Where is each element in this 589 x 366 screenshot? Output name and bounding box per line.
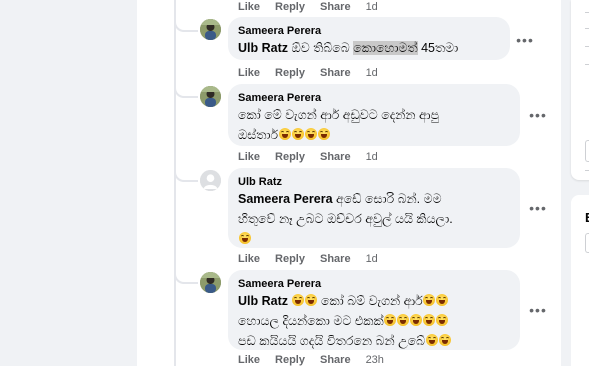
right-sidebar-card	[571, 0, 589, 180]
laughing-emoji-icon	[438, 334, 451, 346]
laughing-emoji-icon	[384, 314, 397, 326]
comment-bubble: Sameera Perera Ulb Ratz ඕව තිබ්බෙ කොහොමත…	[228, 17, 510, 60]
sidebar-heading: E	[585, 210, 589, 225]
right-sidebar-card: E	[571, 195, 589, 366]
share-button[interactable]: Share	[320, 0, 351, 14]
laughing-emoji-icon	[304, 294, 317, 306]
comment-text-part: ඔස්තාර්	[238, 128, 279, 142]
laughing-emoji-icon	[423, 314, 436, 326]
laughing-emoji-icon	[397, 314, 410, 326]
comment-author[interactable]: Sameera Perera	[238, 91, 510, 105]
comment-actions: Like Reply Share 1d	[238, 66, 378, 80]
comment-bubble: Sameera Perera Ulb Ratz කෝ බම් වැගන් ආර්…	[228, 270, 520, 350]
comment-author[interactable]: Sameera Perera	[238, 277, 510, 291]
laughing-emoji-icon	[317, 128, 330, 140]
reply-button[interactable]: Reply	[275, 66, 305, 80]
comment-text-part: කෝ බම් වැගන් ආර්	[317, 294, 423, 308]
mention-link[interactable]: Ulb Ratz	[238, 294, 288, 308]
thread-line	[174, 0, 176, 366]
comment-author[interactable]: Ulb Ratz	[238, 175, 510, 189]
sidebar-button[interactable]	[585, 140, 589, 162]
selected-text: කොහොමත්	[353, 41, 418, 55]
comment-actions: Like Reply Share 23h	[238, 353, 384, 366]
laughing-emoji-icon	[436, 294, 449, 306]
comment-text: Sameera Perera අඩේ සොරි බන්. මම හිතුවේ න…	[238, 189, 510, 249]
share-button[interactable]: Share	[320, 252, 351, 266]
comment-text: Ulb Ratz කෝ බම් වැගන් ආර් හොයල දියන්කො ම…	[238, 291, 510, 351]
comment-text-line: ඔස්තාර්	[238, 125, 510, 145]
comment-text-line: පඩ කයියයි ගදයි විතරනෙ බන් උබේ	[238, 331, 510, 351]
comment-actions: Like Reply Share 1d	[238, 150, 378, 164]
like-button[interactable]: Like	[238, 353, 260, 366]
thread-branch	[174, 20, 198, 32]
more-options-icon[interactable]: •••	[528, 198, 548, 218]
comment-author[interactable]: Sameera Perera	[238, 24, 500, 38]
thread-branch	[174, 272, 198, 284]
laughing-emoji-icon	[291, 128, 304, 140]
comment-text-line: Ulb Ratz කෝ බම් වැගන් ආර්	[238, 291, 510, 311]
laughing-emoji-icon	[238, 232, 251, 244]
laughing-emoji-icon	[436, 314, 449, 326]
share-button[interactable]: Share	[320, 353, 351, 366]
like-button[interactable]: Like	[238, 150, 260, 164]
comment-text-part: පඩ කයියයි ගදයි විතරනෙ බන් උබේ	[238, 334, 426, 348]
share-button[interactable]: Share	[320, 66, 351, 80]
comment-text-line	[238, 229, 510, 249]
laughing-emoji-icon	[410, 314, 423, 326]
comment-text: Ulb Ratz ඕව තිබ්බෙ කොහොමත් 45තමා	[238, 38, 500, 58]
comment-text-line: Sameera Perera අඩේ සොරි බන්. මම	[238, 189, 510, 209]
like-button[interactable]: Like	[238, 252, 260, 266]
comment-text-part: ඕව තිබ්බෙ	[288, 41, 354, 55]
more-options-icon[interactable]: •••	[528, 300, 548, 320]
comment-actions: Like Reply Share 1d	[238, 0, 378, 14]
comment-timestamp[interactable]: 1d	[366, 252, 378, 266]
laughing-emoji-icon	[291, 294, 304, 306]
like-button[interactable]: Like	[238, 66, 260, 80]
comment-timestamp[interactable]: 23h	[366, 353, 384, 366]
like-button[interactable]: Like	[238, 0, 260, 14]
reply-button[interactable]: Reply	[275, 252, 305, 266]
avatar[interactable]	[200, 272, 221, 293]
mention-link[interactable]: Sameera Perera	[238, 192, 333, 206]
comment-bubble: Sameera Perera කෝ මේ වැගන් ආර් අඩුවට දෙන…	[228, 84, 520, 146]
comment-bubble: Ulb Ratz Sameera Perera අඩේ සොරි බන්. මම…	[228, 168, 520, 248]
laughing-emoji-icon	[423, 294, 436, 306]
comment-text-line: හිතුවේ නෑ උබට ඔච්චර අවුල් යයි කියලා.	[238, 212, 453, 226]
more-options-icon[interactable]: •••	[528, 105, 548, 125]
avatar[interactable]	[200, 19, 221, 40]
thread-branch	[174, 170, 198, 182]
share-button[interactable]: Share	[320, 150, 351, 164]
sidebar-button[interactable]	[585, 233, 589, 253]
thread-branch	[174, 86, 198, 98]
laughing-emoji-icon	[304, 128, 317, 140]
reply-button[interactable]: Reply	[275, 353, 305, 366]
mention-link[interactable]: Ulb Ratz	[238, 41, 288, 55]
comment-timestamp[interactable]: 1d	[366, 0, 378, 14]
avatar[interactable]	[200, 170, 221, 191]
more-options-icon[interactable]: •••	[515, 30, 535, 50]
comment-actions: Like Reply Share 1d	[238, 252, 378, 266]
comment-text-part: 45තමා	[417, 41, 459, 55]
reply-button[interactable]: Reply	[275, 0, 305, 14]
comment-text-line: කෝ මේ වැගන් ආර් අඩුවට දෙන්න ආපු	[238, 108, 440, 122]
comment-timestamp[interactable]: 1d	[366, 150, 378, 164]
avatar[interactable]	[200, 86, 221, 107]
comment-text-line: හොයල දියන්කො මට එකක්	[238, 311, 510, 331]
laughing-emoji-icon	[425, 334, 438, 346]
comment-text-part: හොයල දියන්කො මට එකක්	[238, 314, 384, 328]
reply-button[interactable]: Reply	[275, 150, 305, 164]
comment-timestamp[interactable]: 1d	[366, 66, 378, 80]
comment-text-part: අඩේ සොරි බන්. මම	[332, 192, 442, 206]
laughing-emoji-icon	[278, 128, 291, 140]
comment-text: කෝ මේ වැගන් ආර් අඩුවට දෙන්න ආපු ඔස්තාර්	[238, 105, 510, 145]
